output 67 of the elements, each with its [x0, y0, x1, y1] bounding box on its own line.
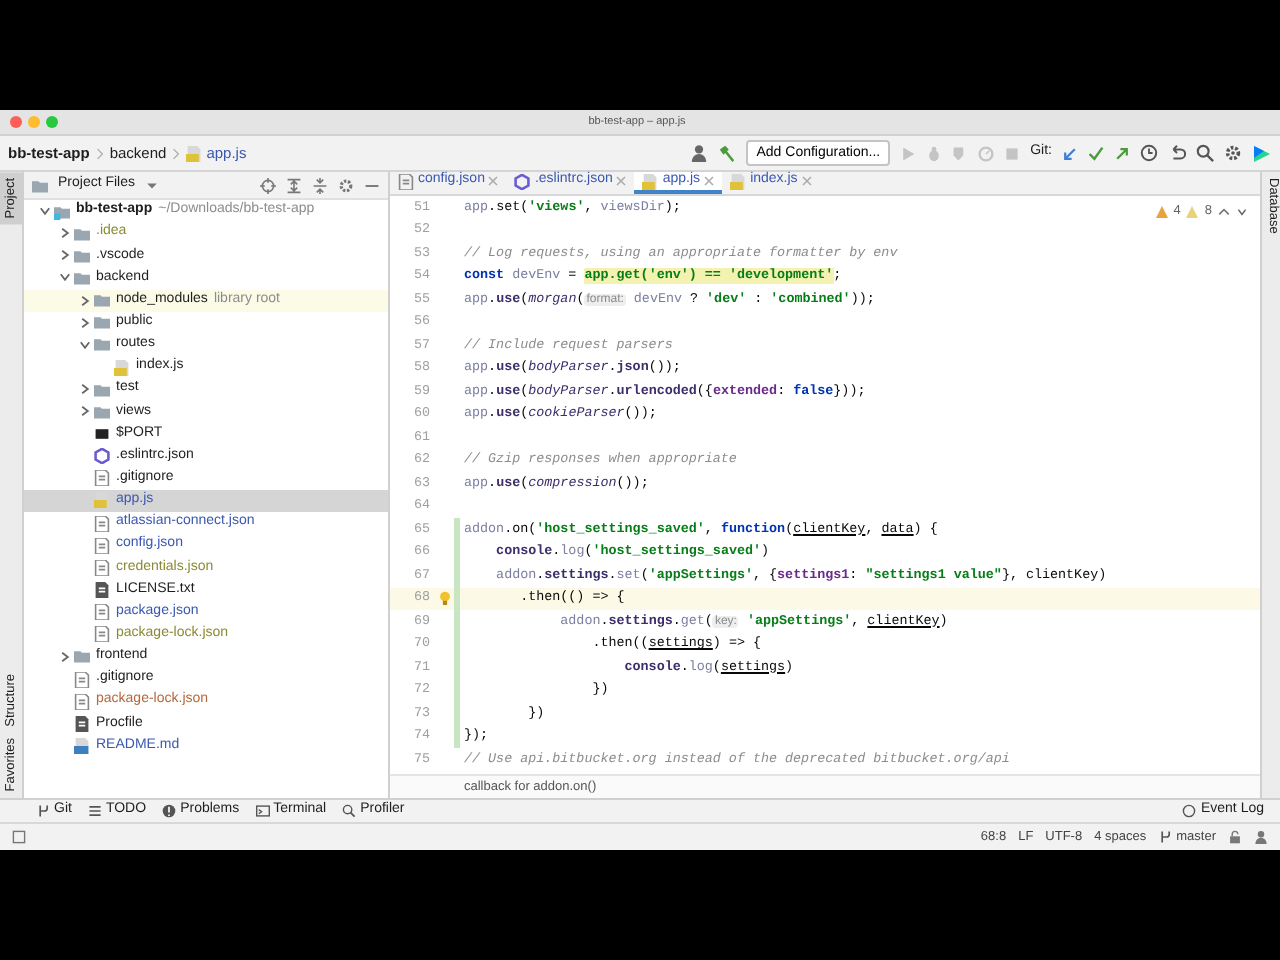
terminal-file-icon	[94, 425, 110, 442]
hexagon-ring-icon	[514, 173, 531, 189]
arrow-icon[interactable]	[1114, 145, 1130, 161]
chevron-right-icon[interactable]	[77, 404, 91, 419]
chevron-icon	[170, 145, 183, 161]
lock-icon[interactable]	[1228, 830, 1242, 844]
list-icon	[87, 804, 102, 818]
chevron-down-icon[interactable]	[57, 270, 71, 285]
app-logo-icon[interactable]	[1252, 143, 1272, 163]
warning-icon	[1186, 205, 1199, 218]
chevron-up-icon[interactable]	[1218, 205, 1230, 218]
chevron-down-icon[interactable]	[37, 204, 51, 219]
crosshair-icon[interactable]	[260, 177, 276, 193]
folder-icon	[32, 177, 48, 193]
user-icon[interactable]	[690, 144, 709, 162]
close-icon[interactable]	[616, 176, 627, 186]
collapse-all-icon[interactable]	[312, 177, 328, 193]
text-file-icon	[74, 715, 90, 732]
close-icon[interactable]	[488, 176, 499, 186]
config-file-icon	[94, 537, 110, 554]
chevron-right-icon[interactable]	[57, 649, 71, 664]
config-file-icon	[94, 604, 110, 621]
markdown-file-icon	[74, 737, 90, 754]
settings-icon[interactable]	[1224, 144, 1242, 162]
config-file-icon	[94, 470, 110, 487]
folder-icon	[54, 203, 70, 220]
settings-icon[interactable]	[338, 177, 354, 193]
config-file-icon	[398, 173, 414, 189]
undo-icon[interactable]	[1168, 144, 1186, 162]
config-file-icon	[74, 671, 90, 688]
clock-icon[interactable]	[1140, 144, 1158, 162]
caret-icon[interactable]	[145, 179, 158, 191]
close-icon[interactable]	[704, 176, 715, 186]
change-marker[interactable]	[434, 587, 460, 610]
config-file-icon	[94, 559, 110, 576]
chevron-icon	[93, 145, 106, 161]
square-icon[interactable]	[12, 830, 26, 844]
chevron-right-icon[interactable]	[57, 248, 71, 263]
chevron-down-icon[interactable]	[77, 337, 91, 352]
search-icon[interactable]	[1196, 144, 1214, 162]
speech-bubble-icon	[1182, 804, 1197, 818]
user-icon[interactable]	[1254, 830, 1268, 844]
chevron-right-icon[interactable]	[57, 226, 71, 241]
checkmark-icon[interactable]	[1088, 145, 1104, 161]
config-file-icon	[74, 693, 90, 710]
arrow-icon[interactable]	[1062, 145, 1078, 161]
config-file-icon	[94, 626, 110, 643]
lightbulb-icon[interactable]	[438, 590, 452, 607]
chevron-down-icon[interactable]	[1236, 205, 1248, 218]
magnifier-icon	[342, 804, 357, 818]
folder-icon	[74, 648, 90, 665]
warning-icon	[1155, 205, 1168, 218]
branch-icon	[1158, 830, 1173, 844]
branch-icon	[36, 804, 50, 818]
hammer-icon[interactable]	[718, 144, 737, 162]
config-file-icon	[94, 515, 110, 532]
terminal-icon	[255, 804, 270, 818]
chevron-right-icon[interactable]	[77, 293, 91, 308]
js-file-icon	[114, 359, 130, 376]
chevron-right-icon[interactable]	[77, 315, 91, 330]
close-icon[interactable]	[801, 176, 812, 186]
expand-all-icon[interactable]	[286, 177, 302, 193]
hexagon-ring-icon	[94, 448, 110, 465]
alert-icon	[162, 804, 177, 818]
js-file-icon	[186, 145, 203, 161]
chevron-right-icon[interactable]	[77, 382, 91, 397]
text-file-icon	[94, 581, 110, 598]
